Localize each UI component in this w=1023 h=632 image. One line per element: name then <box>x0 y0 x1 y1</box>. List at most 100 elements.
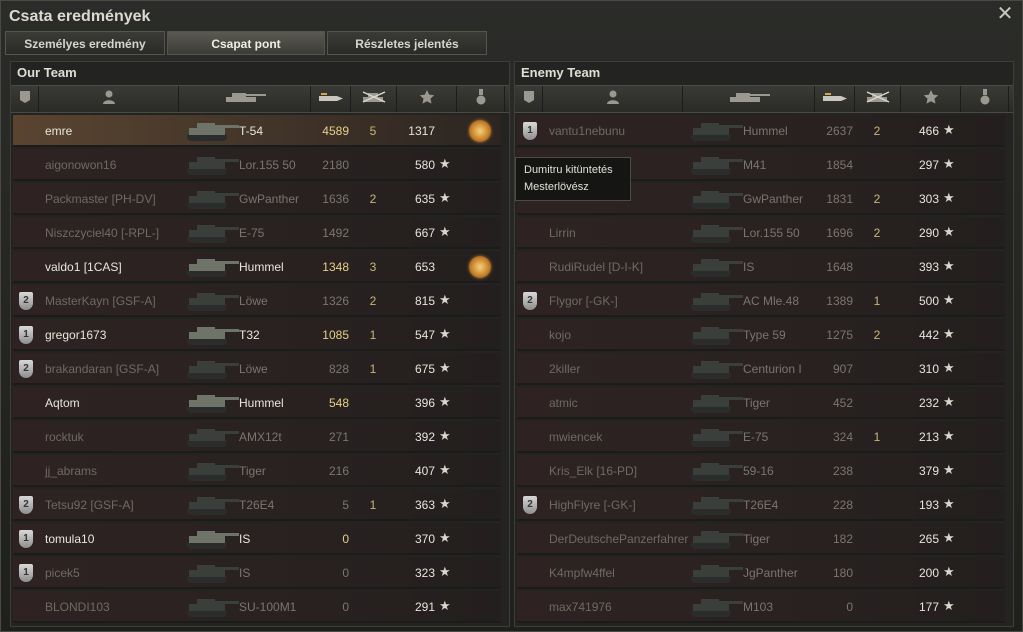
tank-icon <box>689 527 745 554</box>
player-row[interactable]: jj_abrams Tiger 216 407 ★ <box>13 455 501 487</box>
sort-column-player[interactable] <box>543 86 683 112</box>
player-row[interactable]: 2 Tetsu92 [GSF-A] T26E4 5 1 363 ★ <box>13 489 501 521</box>
player-name: max741976 <box>549 600 612 614</box>
tooltip-subtitle: Mesterlövész <box>524 181 589 193</box>
player-row[interactable]: 2killer Centurion I 907 310 ★ <box>517 353 1005 385</box>
tab-detailed-report[interactable]: Részletes jelentés <box>327 31 487 55</box>
sort-column-destroyed[interactable] <box>855 86 901 112</box>
vehicle-name: T26E4 <box>743 498 779 512</box>
tank-icon <box>185 187 241 214</box>
our-team-title: Our Team <box>17 65 77 80</box>
player-row[interactable]: 2 Flygor [-GK-] AC Mle.48 1389 1 500 ★ <box>517 285 1005 317</box>
vehicle-name: Tiger <box>239 464 266 478</box>
tab-team-score[interactable]: Csapat pont <box>167 31 325 55</box>
tank-icon <box>689 425 745 452</box>
xp-value: 290 <box>918 226 939 240</box>
vehicle-name: AMX12t <box>239 430 282 444</box>
sort-column-star[interactable] <box>397 86 457 112</box>
tank-icon <box>185 357 241 384</box>
player-row[interactable]: Aqtom Hummel 548 396 ★ <box>13 387 501 419</box>
tank-icon <box>185 391 241 418</box>
tank-icon <box>689 119 745 146</box>
kills-value: 2 <box>369 294 377 308</box>
player-name: MasterKayn [GSF-A] <box>45 294 156 308</box>
damage-value: 828 <box>328 362 349 376</box>
sort-column-destroyed[interactable] <box>351 86 397 112</box>
player-row[interactable]: Niszczyciel40 [-RPL-] E-75 1492 667 ★ <box>13 217 501 249</box>
sort-column-medal[interactable] <box>457 86 505 112</box>
window-title: Csata eredmények <box>9 8 151 25</box>
tank-icon <box>726 90 772 109</box>
badge-icon <box>19 90 31 109</box>
our-team-panel: Our Team emre T-54 4589 5 1317 aigonowon16 Lor… <box>10 61 510 627</box>
vehicle-name: Tiger <box>743 532 770 546</box>
xp-value: 177 <box>918 600 939 614</box>
player-row[interactable]: 2 HighFlyre [-GK-] T26E4 228 193 ★ <box>517 489 1005 521</box>
player-row[interactable]: 1 tomula10 IS 0 370 ★ <box>13 523 501 555</box>
player-row[interactable]: 2 brakandaran [GSF-A] Löwe 828 1 675 ★ <box>13 353 501 385</box>
player-row[interactable]: mwiencek E-75 324 1 213 ★ <box>517 421 1005 453</box>
player-name: K4mpfw4ffel <box>549 566 615 580</box>
close-icon[interactable]: ✕ <box>996 4 1014 24</box>
tank-icon <box>689 357 745 384</box>
vehicle-name: Hummel <box>239 396 284 410</box>
sort-column-tank[interactable] <box>683 86 815 112</box>
player-row[interactable]: aigonowon16 Lor.155 50 2180 580 ★ <box>13 149 501 181</box>
player-row[interactable]: K4mpfw4ffel JgPanther 180 200 ★ <box>517 557 1005 589</box>
player-row[interactable]: DerDeutschePanzerfahrer Tiger 182 265 ★ <box>517 523 1005 555</box>
vehicle-name: T-54 <box>239 124 264 138</box>
sort-column-tank[interactable] <box>179 86 311 112</box>
player-name: DerDeutschePanzerfahrer <box>549 532 689 546</box>
title-bar[interactable]: Csata eredmények ✕ <box>1 1 1022 31</box>
player-name: atmic <box>549 396 578 410</box>
player-row[interactable]: max741976 M103 0 177 ★ <box>517 591 1005 623</box>
sort-column-badge[interactable] <box>11 86 39 112</box>
star-icon: ★ <box>439 224 451 239</box>
vehicle-name: Lor.155 50 <box>743 226 800 240</box>
sort-column-player[interactable] <box>39 86 179 112</box>
player-name: mwiencek <box>549 430 603 444</box>
sort-column-star[interactable] <box>901 86 961 112</box>
kills-value: 1 <box>369 328 377 342</box>
player-row[interactable]: 1 picek5 IS 0 323 ★ <box>13 557 501 589</box>
medal-icon[interactable] <box>469 120 491 142</box>
player-row[interactable]: kojo Type 59 1275 2 442 ★ <box>517 319 1005 351</box>
damage-value: 1854 <box>826 158 853 172</box>
player-row[interactable]: RudiRudel [D-I-K] IS 1648 393 ★ <box>517 251 1005 283</box>
xp-value: 265 <box>918 532 939 546</box>
tank-icon <box>185 289 241 316</box>
mastery-badge-icon: 2 <box>19 496 33 514</box>
player-row[interactable]: Packmaster [PH-DV] GwPanther 1636 2 635 ★ <box>13 183 501 215</box>
damage-value: 1831 <box>826 192 853 206</box>
player-row[interactable]: valdo1 [1CAS] Hummel 1348 3 653 <box>13 251 501 283</box>
player-row[interactable]: rocktuk AMX12t 271 392 ★ <box>13 421 501 453</box>
player-row[interactable]: 1 vantu1nebunu Hummel 2637 2 466 ★ <box>517 115 1005 147</box>
player-row[interactable]: 2 MasterKayn [GSF-A] Löwe 1326 2 815 ★ <box>13 285 501 317</box>
sort-column-badge[interactable] <box>515 86 543 112</box>
tank-icon <box>689 493 745 520</box>
player-row[interactable]: atmic Tiger 452 232 ★ <box>517 387 1005 419</box>
player-name: Lirrin <box>549 226 576 240</box>
star-icon: ★ <box>439 462 451 477</box>
star-icon: ★ <box>943 564 955 579</box>
tank-icon <box>689 187 745 214</box>
sort-column-shell[interactable] <box>311 86 351 112</box>
player-row[interactable]: Kris_Elk [16-PD] 59-16 238 379 ★ <box>517 455 1005 487</box>
player-row[interactable]: BLONDI103 SU-100M1 0 291 ★ <box>13 591 501 623</box>
star-icon: ★ <box>943 462 955 477</box>
player-row[interactable]: emre T-54 4589 5 1317 <box>13 115 501 147</box>
kills-value: 1 <box>369 498 377 512</box>
damage-value: 1636 <box>322 192 349 206</box>
sort-column-shell[interactable] <box>815 86 855 112</box>
vehicle-name: M103 <box>743 600 774 614</box>
tank-icon <box>689 561 745 588</box>
damage-value: 1492 <box>322 226 349 240</box>
star-icon: ★ <box>439 156 451 171</box>
sort-column-medal[interactable] <box>961 86 1009 112</box>
player-row[interactable]: 1 gregor1673 T32 1085 1 547 ★ <box>13 319 501 351</box>
tank-icon <box>185 561 241 588</box>
medal-icon[interactable] <box>469 256 491 278</box>
player-row[interactable]: Lirrin Lor.155 50 1696 2 290 ★ <box>517 217 1005 249</box>
vehicle-name: JgPanther <box>743 566 798 580</box>
tab-personal-result[interactable]: Személyes eredmény <box>5 31 165 55</box>
